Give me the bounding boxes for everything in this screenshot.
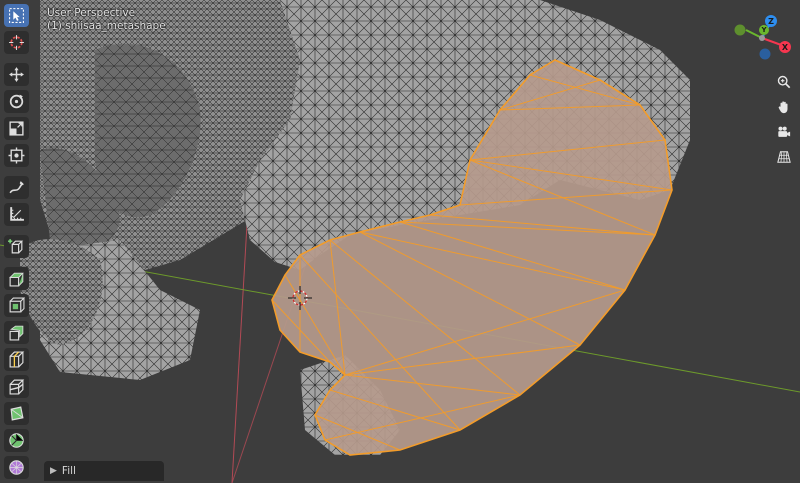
knife-tool[interactable] bbox=[4, 375, 29, 398]
cursor-tool[interactable] bbox=[4, 31, 29, 54]
smooth-vertices-icon bbox=[9, 460, 24, 475]
add-cube-icon bbox=[8, 239, 24, 254]
zoom-icon bbox=[777, 75, 791, 89]
transform-icon bbox=[8, 147, 25, 164]
zoom-button[interactable] bbox=[773, 71, 795, 93]
move-arrows-icon bbox=[9, 67, 24, 82]
spin-icon bbox=[9, 433, 24, 448]
inset-faces-icon bbox=[9, 297, 25, 313]
grid-perspective-icon bbox=[777, 151, 791, 163]
x-axis-icon[interactable]: X bbox=[779, 41, 791, 53]
3d-viewport[interactable]: User Perspective (1) shiisaa_metashape Z bbox=[0, 0, 800, 483]
select-box-tool[interactable] bbox=[4, 4, 29, 27]
poly-build-tool[interactable] bbox=[4, 402, 29, 425]
loop-cut-tool[interactable] bbox=[4, 348, 29, 371]
pan-button[interactable] bbox=[773, 96, 795, 118]
add-cube-tool[interactable] bbox=[4, 235, 29, 258]
chevron-right-icon[interactable]: ▶ bbox=[50, 466, 57, 476]
extrude-tool[interactable] bbox=[4, 267, 29, 290]
tool-shelf bbox=[3, 4, 31, 483]
rotate-icon bbox=[9, 94, 24, 109]
rotate-tool[interactable] bbox=[4, 90, 29, 113]
measure-tool[interactable] bbox=[4, 203, 29, 226]
scale-icon bbox=[9, 121, 24, 136]
annotate-pen-icon bbox=[9, 181, 24, 194]
knife-icon bbox=[9, 379, 25, 395]
camera-button[interactable] bbox=[773, 121, 795, 143]
extrude-region-icon bbox=[9, 272, 24, 287]
operator-panel-label: Fill bbox=[61, 465, 76, 477]
move-tool[interactable] bbox=[4, 63, 29, 86]
viewport-title: User Perspective bbox=[47, 7, 136, 19]
y-axis-icon[interactable]: Y bbox=[759, 25, 769, 35]
mesh-scene[interactable] bbox=[0, 0, 800, 483]
poly-build-icon bbox=[10, 406, 24, 421]
ortho-toggle-button[interactable] bbox=[773, 146, 795, 168]
spin-tool[interactable] bbox=[4, 429, 29, 452]
bevel-icon bbox=[9, 325, 24, 341]
viewport-nav-buttons bbox=[773, 71, 797, 171]
annotate-tool[interactable] bbox=[4, 176, 29, 199]
smooth-tool[interactable] bbox=[4, 456, 29, 479]
loop-cut-icon bbox=[9, 351, 25, 368]
transform-tool[interactable] bbox=[4, 144, 29, 167]
hand-icon bbox=[778, 101, 788, 114]
navigation-gizmo[interactable]: Z X Y bbox=[732, 10, 794, 66]
cursor-arrow-icon bbox=[9, 8, 24, 23]
camera-icon bbox=[778, 126, 791, 137]
measure-ruler-icon bbox=[10, 207, 24, 221]
active-object-name: (1) shiisaa_metashape bbox=[47, 20, 166, 32]
inset-tool[interactable] bbox=[4, 294, 29, 317]
bevel-tool[interactable] bbox=[4, 321, 29, 344]
scale-tool[interactable] bbox=[4, 117, 29, 140]
operator-panel-fill[interactable]: ▶ Fill bbox=[44, 461, 164, 481]
3d-cursor-icon bbox=[9, 35, 24, 50]
